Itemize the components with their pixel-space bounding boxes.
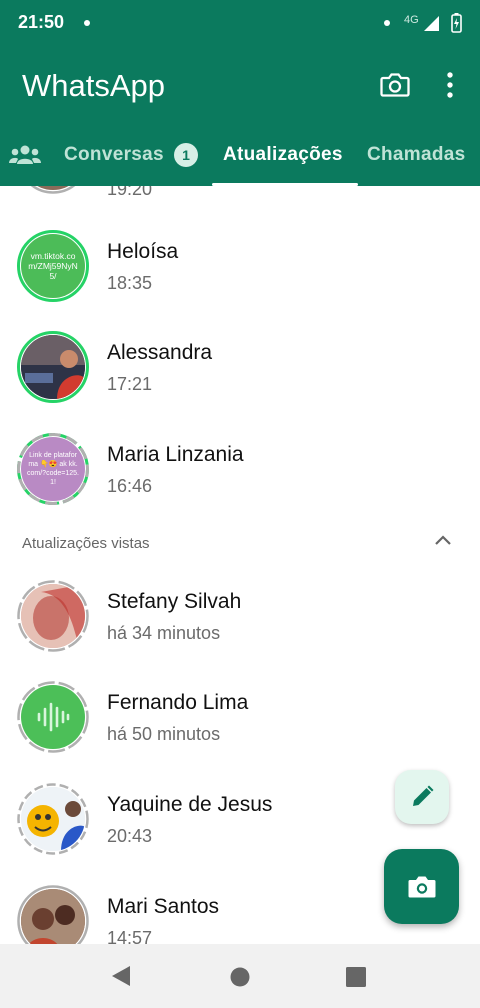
app-header: 21:50 4G WhatsApp Conversas 1 Atualizaçõ… — [0, 0, 480, 186]
status-bar: 21:50 4G — [0, 0, 480, 48]
notification-dot-icon — [384, 20, 390, 26]
signal-icon — [424, 16, 439, 31]
app-title: WhatsApp — [22, 68, 166, 103]
battery-icon — [451, 13, 462, 33]
contact-name: Yaquine de Jesus — [107, 793, 273, 816]
status-row-partial[interactable]: 19:20 — [0, 186, 480, 208]
new-camera-status-button[interactable] — [384, 849, 459, 924]
unread-badge: 1 — [174, 143, 198, 167]
more-options-icon — [447, 72, 453, 98]
status-list: 19:20 vm.tiktok.com/ZMj59NyN5/ Heloísa 1… — [0, 186, 480, 944]
camera-icon — [380, 73, 410, 97]
tab-atualizacoes[interactable]: Atualizações — [223, 144, 343, 166]
status-avatar — [16, 186, 90, 195]
tab-bar: Conversas 1 Atualizações Chamadas — [0, 128, 480, 186]
avatar-link-text: Link de plataforma 👇😍 ak kk.com/?code=12… — [27, 452, 79, 486]
contact-name: Maria Linzania — [107, 443, 244, 466]
status-row-alessandra[interactable]: Alessandra 17:21 — [0, 317, 480, 417]
communities-icon — [9, 145, 41, 164]
recents-button[interactable] — [345, 966, 367, 993]
back-button[interactable] — [110, 964, 132, 993]
status-avatar — [16, 782, 90, 856]
status-row-stefany-silvah[interactable]: Stefany Silvah há 34 minutos — [0, 566, 480, 666]
status-time: há 34 minutos — [107, 623, 221, 643]
status-row-heloisa[interactable]: vm.tiktok.com/ZMj59NyN5/ Heloísa 18:35 — [0, 216, 480, 316]
status-time: 16:46 — [107, 476, 153, 496]
status-time: 19:20 — [107, 186, 153, 199]
status-avatar — [16, 579, 90, 653]
home-button[interactable] — [229, 966, 251, 993]
home-icon — [230, 967, 250, 987]
contact-name: Alessandra — [107, 341, 213, 364]
status-avatar — [16, 330, 90, 404]
status-time: há 50 minutos — [107, 724, 221, 744]
status-avatar — [16, 680, 90, 754]
status-time: 14:57 — [107, 928, 153, 944]
recents-icon — [346, 967, 366, 987]
contact-name: Heloísa — [107, 240, 179, 263]
contact-name: Mari Santos — [107, 895, 220, 918]
camera-icon — [408, 876, 435, 897]
status-avatar: vm.tiktok.com/ZMj59NyN5/ — [16, 229, 90, 303]
chevron-up-icon — [435, 535, 451, 545]
more-options-button[interactable] — [430, 65, 470, 105]
contact-name: Stefany Silvah — [107, 590, 242, 613]
status-time: 20:43 — [107, 826, 153, 846]
pencil-icon — [413, 785, 434, 806]
status-time: 18:35 — [107, 273, 153, 293]
status-time: 17:21 — [107, 374, 153, 394]
tab-conversas[interactable]: Conversas — [64, 144, 164, 166]
camera-button[interactable] — [375, 65, 415, 105]
status-row-fernando-lima[interactable]: Fernando Lima há 50 minutos — [0, 667, 480, 767]
network-type: 4G — [404, 14, 419, 26]
notification-dot-icon — [84, 20, 90, 26]
new-text-status-button[interactable] — [395, 770, 449, 824]
tab-communities[interactable] — [8, 144, 42, 171]
avatar-link-text: vm.tiktok.com/ZMj59NyN5/ — [28, 251, 78, 281]
status-avatar — [16, 884, 90, 944]
system-nav-bar — [0, 944, 480, 1008]
status-avatar: Link de plataforma 👇😍 ak kk.com/?code=12… — [16, 432, 90, 506]
contact-name: Fernando Lima — [107, 691, 249, 714]
back-icon — [112, 966, 130, 986]
status-time: 21:50 — [18, 12, 65, 32]
audio-wave-icon — [37, 702, 70, 732]
section-viewed-label: Atualizações vistas — [22, 535, 150, 552]
status-row-maria-linzania[interactable]: Link de plataforma 👇😍 ak kk.com/?code=12… — [0, 419, 480, 519]
collapse-viewed-button[interactable] — [430, 531, 456, 551]
tab-chamadas[interactable]: Chamadas — [367, 144, 466, 166]
